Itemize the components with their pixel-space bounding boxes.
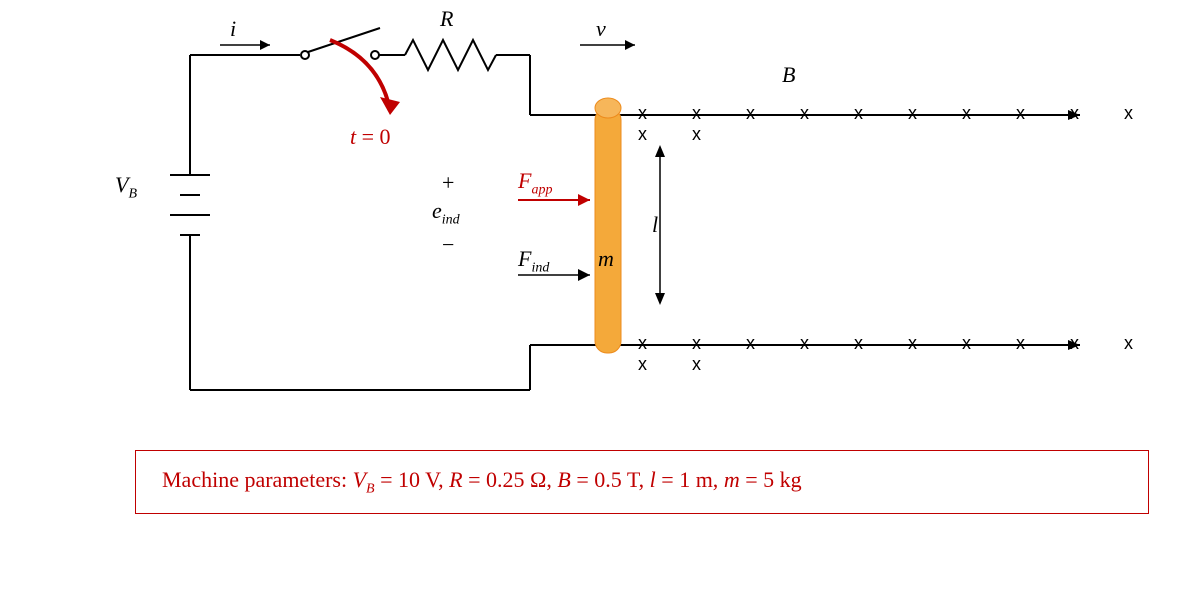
label-Fapp: Fapp [518, 168, 552, 198]
label-l: l [652, 212, 658, 238]
parameter-box: Machine parameters: VB = 10 V, R = 0.25 … [135, 450, 1149, 514]
field-marks-bottom: x x x x x x x x x x x x [638, 333, 1180, 375]
label-VB: VB [115, 172, 137, 202]
field-marks-top: x x x x x x x x x x x x [638, 103, 1180, 145]
label-minus: − [442, 232, 454, 258]
label-B: B [782, 62, 795, 88]
label-eind: eind [432, 198, 460, 228]
label-v: v [596, 16, 606, 42]
label-Find: Find [518, 246, 549, 276]
linear-machine-diagram: VB i R v B t = 0 + eind − Fapp Find m l … [0, 0, 1180, 592]
label-plus: + [442, 170, 454, 196]
label-i: i [230, 16, 236, 42]
label-t0: t = 0 [350, 124, 391, 150]
label-m: m [598, 246, 614, 272]
label-R: R [440, 6, 453, 32]
